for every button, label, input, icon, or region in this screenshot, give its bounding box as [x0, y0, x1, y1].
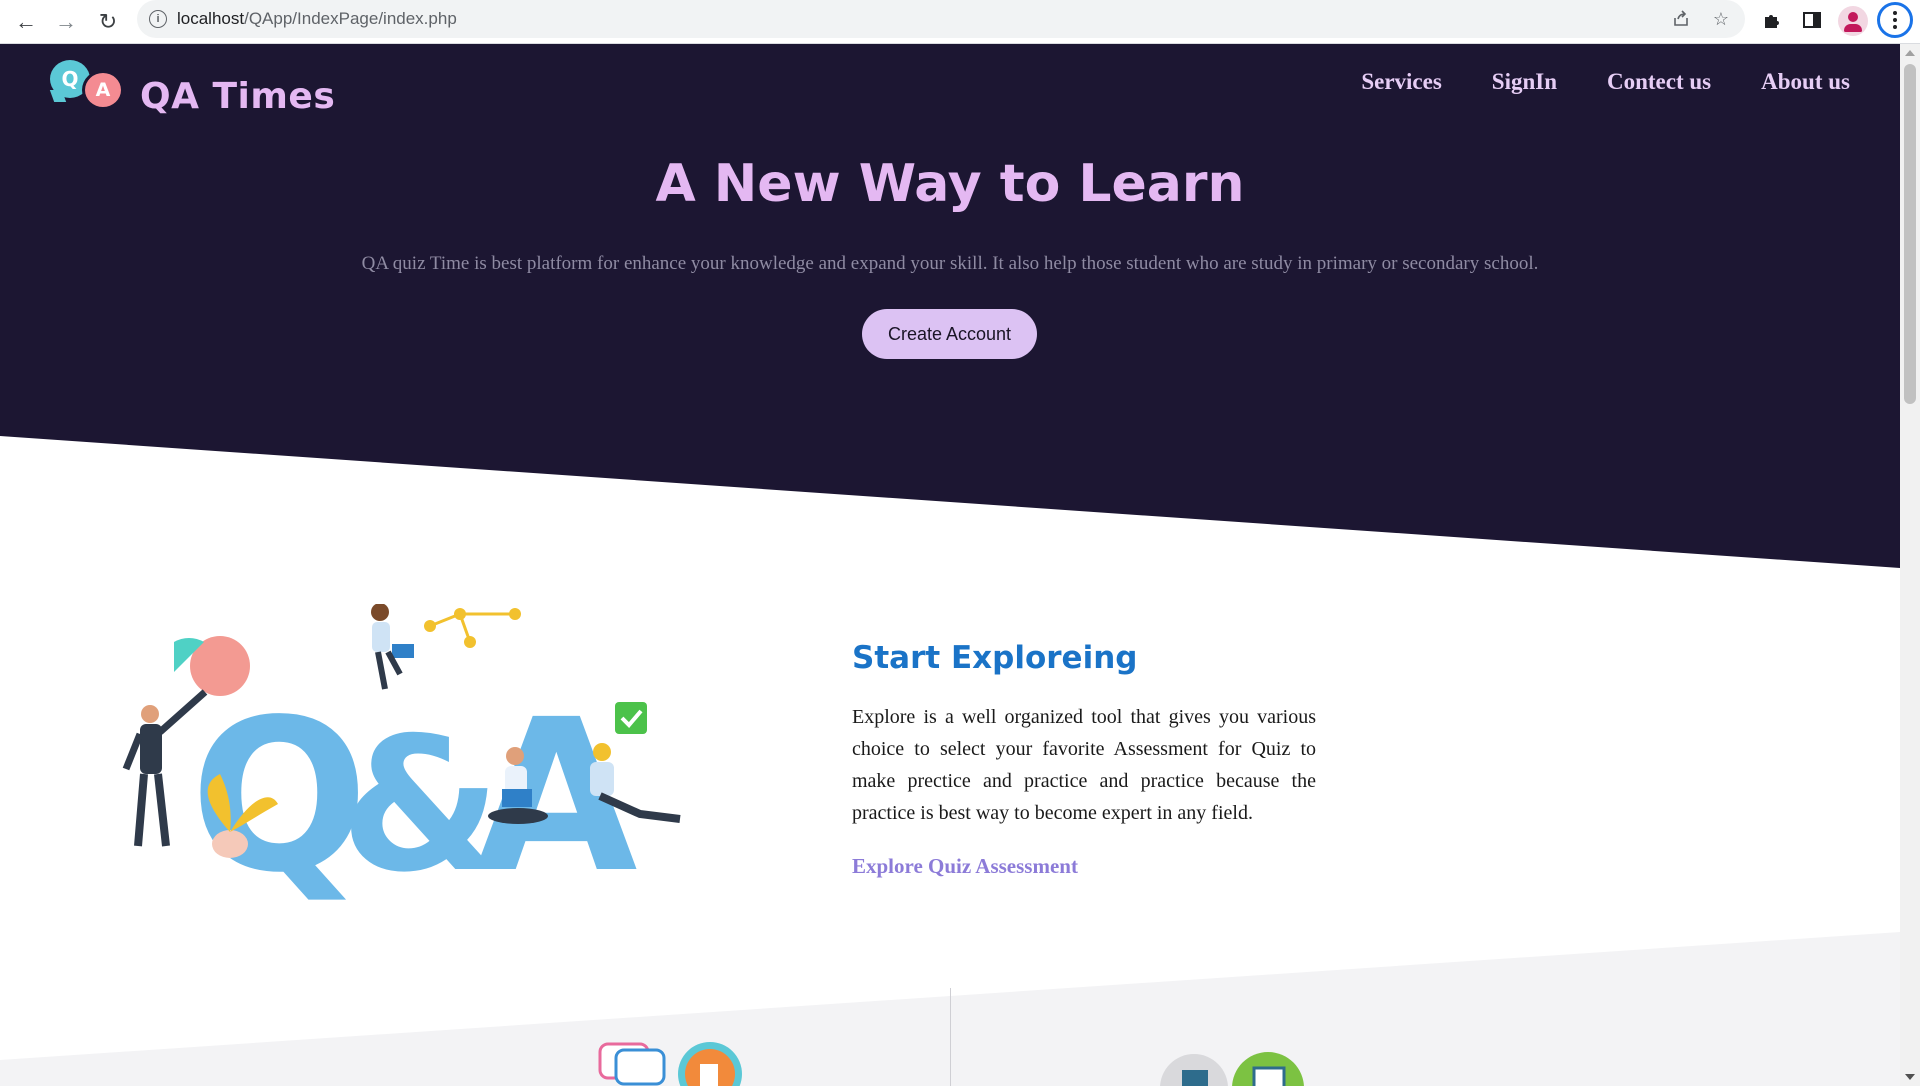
nav-about[interactable]: About us	[1761, 69, 1850, 95]
brand-name: QA Times	[140, 76, 336, 117]
svg-text:A: A	[475, 674, 638, 919]
nav-contact[interactable]: Contect us	[1607, 69, 1711, 95]
extensions-icon[interactable]	[1757, 5, 1787, 35]
explore-title: Start Exploreing	[852, 640, 1138, 676]
explore-quiz-link[interactable]: Explore Quiz Assessment	[852, 854, 1078, 879]
scrollbar-thumb[interactable]	[1904, 64, 1916, 404]
address-bar[interactable]: i localhost/QApp/IndexPage/index.php ☆	[137, 0, 1745, 38]
main-nav: Services SignIn Contect us About us	[1361, 69, 1850, 95]
nav-services[interactable]: Services	[1361, 69, 1441, 95]
profile-avatar-icon[interactable]	[1838, 6, 1868, 36]
clipboard-report-icon	[1160, 1052, 1304, 1086]
share-icon[interactable]	[1669, 7, 1693, 31]
side-panel-icon[interactable]	[1797, 5, 1827, 35]
reload-icon[interactable]: ↻	[92, 6, 124, 38]
create-account-button[interactable]: Create Account	[862, 309, 1037, 359]
bookmark-star-icon[interactable]: ☆	[1709, 7, 1733, 31]
back-icon[interactable]: ←	[10, 6, 42, 38]
nav-signin[interactable]: SignIn	[1492, 69, 1557, 95]
page-viewport: Q A QA Times Services SignIn Contect us …	[0, 44, 1900, 1086]
site-info-icon[interactable]: i	[149, 10, 167, 28]
page-scrollbar[interactable]	[1900, 44, 1920, 1086]
forward-icon[interactable]: →	[50, 6, 82, 38]
logo-a-bubble-icon: A	[82, 70, 124, 110]
feedback-chat-icon	[598, 1042, 742, 1086]
browser-menu-icon[interactable]	[1877, 2, 1913, 38]
explore-description: Explore is a well organized tool that gi…	[852, 706, 1316, 824]
url-text[interactable]: localhost/QApp/IndexPage/index.php	[177, 9, 457, 29]
section-divider	[950, 988, 951, 1086]
hero-subtitle: QA quiz Time is best platform for enhanc…	[361, 253, 1539, 274]
scroll-down-arrow-icon[interactable]	[1905, 1074, 1915, 1080]
qa-illustration: Q & A	[122, 604, 681, 919]
browser-toolbar: ← → ↻ i localhost/QApp/IndexPage/index.p…	[0, 0, 1920, 44]
hero-background	[0, 44, 1900, 568]
scroll-up-arrow-icon[interactable]	[1905, 50, 1915, 56]
hero-title: A New Way to Learn	[655, 154, 1245, 214]
